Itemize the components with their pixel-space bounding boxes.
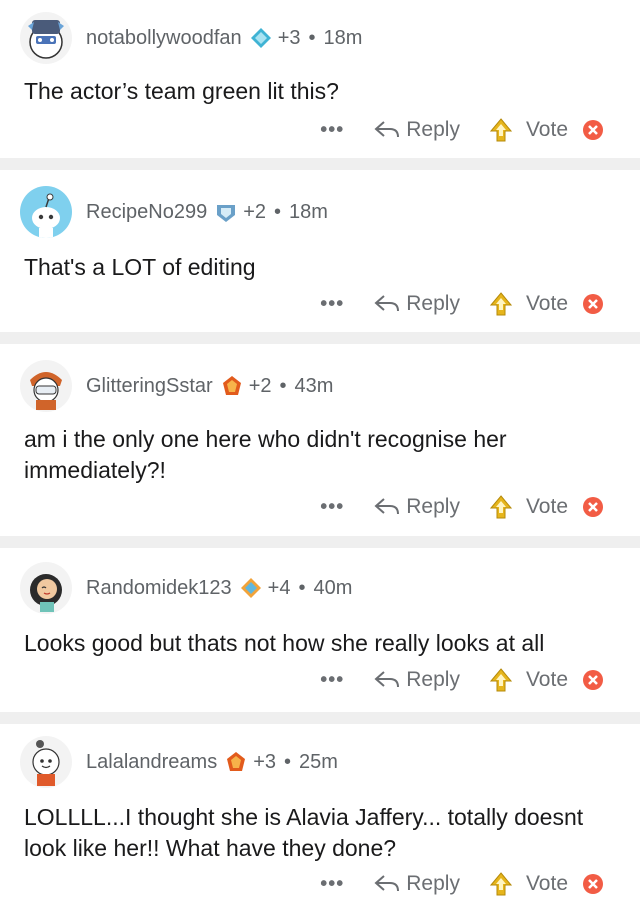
vote-control: Vote [489,292,604,316]
award-badge-icon [222,376,241,395]
comment-meta: GlitteringSstar +2 • 43m [86,375,333,398]
upvote-arrow-icon[interactable] [489,872,512,896]
comment: Randomidek123 +4 • 40m Looks good but th… [0,548,640,712]
upvote-arrow-icon[interactable] [489,118,512,142]
comment-body: The actor’s team green lit this? [24,78,339,104]
separator: • [308,26,316,49]
vote-label: Vote [525,668,568,691]
comment-body: am i the only one here who didn't recogn… [24,426,507,483]
reply-button[interactable]: Reply [374,118,460,142]
vote-label: Vote [525,872,568,895]
downvote-x-icon[interactable] [582,668,604,692]
timestamp: 25m [299,750,338,773]
upvote-arrow-icon[interactable] [489,292,512,316]
reply-label: Reply [406,495,460,518]
comment-actions: ••• Reply Vote [320,868,604,900]
reply-arrow-icon [374,875,400,892]
comment-actions: ••• Reply Vote [320,491,604,523]
avatar[interactable] [20,12,72,64]
avatar[interactable] [20,360,72,412]
comment-header: Randomidek123 +4 • 40m [20,560,352,616]
timestamp: 40m [313,576,353,599]
comment: notabollywoodfan +3 • 18m The actor’s te… [0,0,640,158]
timestamp: 18m [323,26,363,49]
comment-meta: RecipeNo299 +2 • 18m [86,201,328,224]
separator: • [274,200,282,223]
comment: Lalalandreams +3 • 25m LOLLLL...I though… [0,724,640,901]
reply-label: Reply [406,668,460,691]
reply-label: Reply [406,872,460,895]
vote-control: Vote [489,668,604,692]
award-badge-icon [250,28,271,48]
more-options-icon[interactable]: ••• [320,669,344,692]
username[interactable]: notabollywoodfan [86,27,242,50]
comment-actions: ••• Reply Vote [320,114,604,146]
vote-label: Vote [525,118,568,141]
more-options-icon[interactable]: ••• [320,119,344,142]
comment-header: RecipeNo299 +2 • 18m [20,184,328,240]
comment-meta: notabollywoodfan +3 • 18m [86,27,362,50]
reply-arrow-icon [374,121,400,138]
reply-arrow-icon [374,498,400,515]
avatar[interactable] [20,736,72,788]
karma: +4 [267,576,291,599]
more-options-icon[interactable]: ••• [320,496,344,519]
downvote-x-icon[interactable] [582,872,604,896]
downvote-x-icon[interactable] [582,292,604,316]
username[interactable]: Lalalandreams [86,751,217,774]
comment-meta: Lalalandreams +3 • 25m [86,751,338,774]
reply-button[interactable]: Reply [374,292,460,316]
award-badge-icon [240,578,261,598]
divider [0,332,640,344]
separator: • [284,750,292,773]
comment-header: notabollywoodfan +3 • 18m [20,10,362,66]
timestamp: 43m [294,374,334,397]
vote-control: Vote [489,118,604,142]
reply-arrow-icon [374,671,400,688]
reply-button[interactable]: Reply [374,495,460,519]
comment-actions: ••• Reply Vote [320,664,604,696]
separator: • [298,576,306,599]
comment-body: That's a LOT of editing [24,254,256,280]
more-options-icon[interactable]: ••• [320,293,344,316]
divider [0,712,640,724]
username[interactable]: Randomidek123 [86,577,232,600]
comment-header: Lalalandreams +3 • 25m [20,734,338,790]
reply-button[interactable]: Reply [374,668,460,692]
avatar[interactable] [20,186,72,238]
comment-actions: ••• Reply Vote [320,288,604,320]
comment: GlitteringSstar +2 • 43m am i the only o… [0,344,640,536]
comment-meta: Randomidek123 +4 • 40m [86,577,352,600]
vote-label: Vote [525,292,568,315]
karma: +3 [253,750,277,773]
karma: +2 [243,200,267,223]
username[interactable]: RecipeNo299 [86,201,207,224]
reply-arrow-icon [374,295,400,312]
timestamp: 18m [289,200,328,223]
downvote-x-icon[interactable] [582,495,604,519]
downvote-x-icon[interactable] [582,118,604,142]
reply-label: Reply [406,292,460,315]
karma: +2 [248,374,272,397]
vote-label: Vote [525,495,568,518]
divider [0,536,640,548]
reply-button[interactable]: Reply [374,872,460,896]
upvote-arrow-icon[interactable] [489,495,512,519]
karma: +3 [277,26,301,49]
reply-label: Reply [406,118,460,141]
vote-control: Vote [489,495,604,519]
upvote-arrow-icon[interactable] [489,668,512,692]
avatar[interactable] [20,562,72,614]
comment-body: Looks good but thats not how she really … [24,630,545,656]
username[interactable]: GlitteringSstar [86,375,213,398]
award-badge-icon [227,752,246,771]
award-badge-icon [217,205,236,222]
separator: • [279,374,287,397]
vote-control: Vote [489,872,604,896]
divider [0,158,640,170]
comment: RecipeNo299 +2 • 18m That's a LOT of edi… [0,170,640,332]
comment-header: GlitteringSstar +2 • 43m [20,358,333,414]
comment-body: LOLLLL...I thought she is Alavia Jaffery… [24,804,584,861]
more-options-icon[interactable]: ••• [320,873,344,896]
